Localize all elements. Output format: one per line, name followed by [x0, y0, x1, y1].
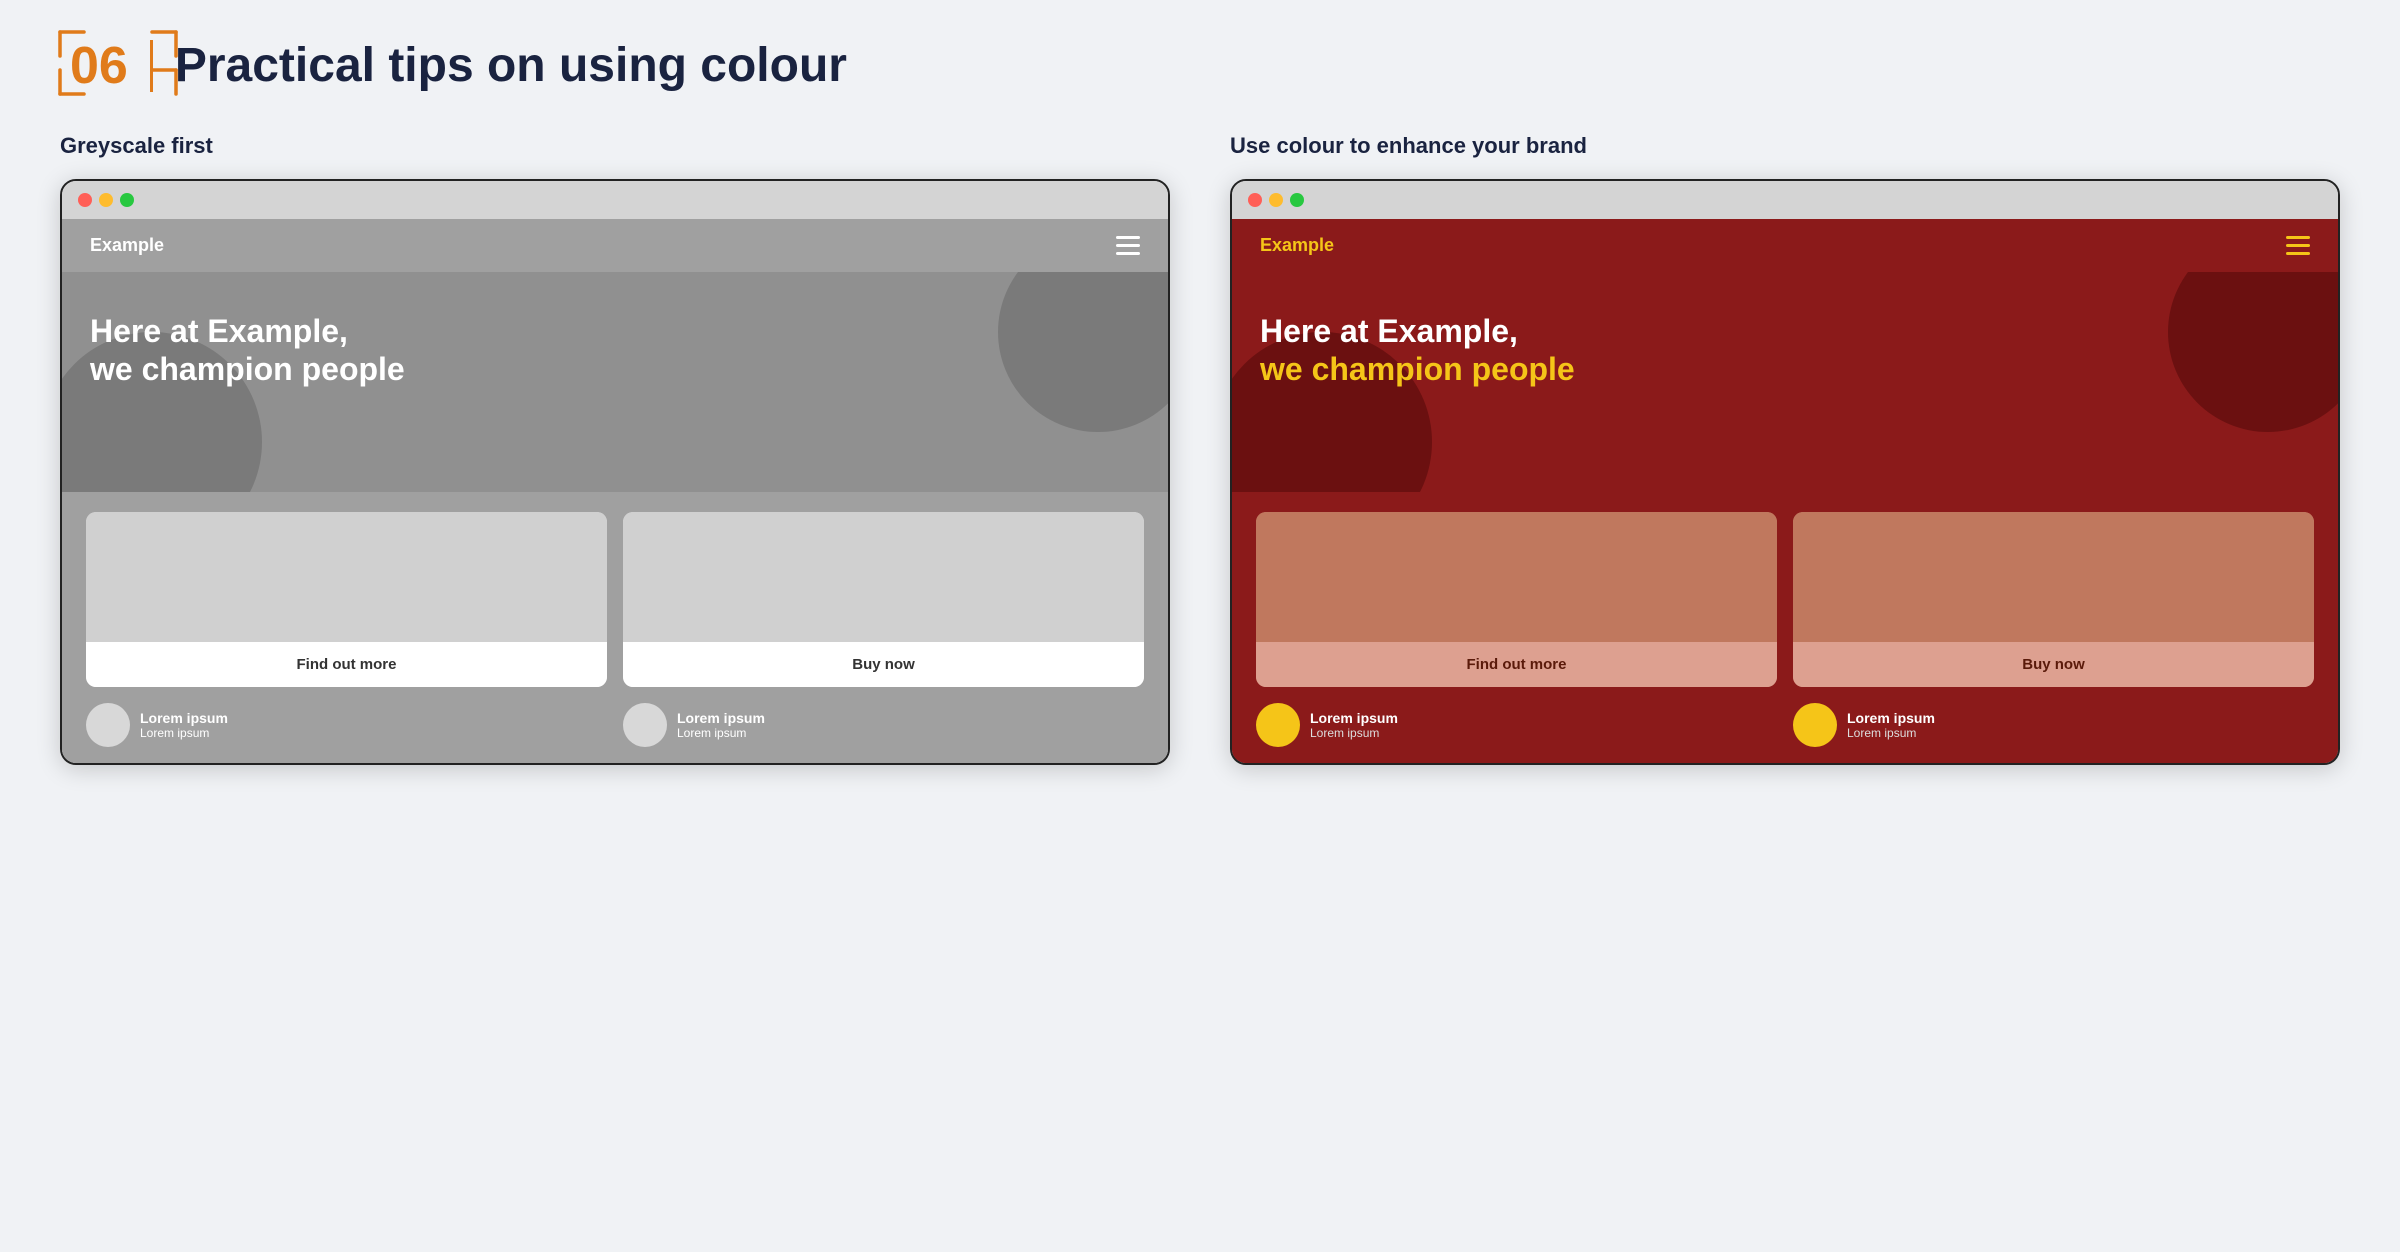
- buy-now-button-grey[interactable]: Buy now: [623, 642, 1144, 687]
- hero-text-grey: Here at Example, we champion people: [90, 312, 1140, 389]
- card1-image-grey: [86, 512, 607, 642]
- footer-avatar1-grey: [86, 703, 130, 747]
- dot-yellow-grey: [99, 193, 113, 207]
- footer-item2-colour: Lorem ipsum Lorem ipsum: [1793, 703, 2314, 747]
- dot-green-colour: [1290, 193, 1304, 207]
- footer-avatar2-colour: [1793, 703, 1837, 747]
- dot-red-colour: [1248, 193, 1262, 207]
- find-out-more-button-grey[interactable]: Find out more: [86, 642, 607, 687]
- footer-section-grey: Lorem ipsum Lorem ipsum Lorem ipsum Lore…: [62, 687, 1168, 763]
- footer-section-colour: Lorem ipsum Lorem ipsum Lorem ipsum Lore…: [1232, 687, 2338, 763]
- hero-section-colour: Here at Example, we champion people: [1232, 272, 2338, 492]
- card1-image-colour: [1256, 512, 1777, 642]
- colour-title: Use colour to enhance your brand: [1230, 133, 2340, 159]
- card1-colour: Find out more: [1256, 512, 1777, 687]
- footer-text2-colour: Lorem ipsum Lorem ipsum: [1847, 710, 1935, 740]
- nav-logo-colour: Example: [1260, 235, 1334, 256]
- footer-item2-grey: Lorem ipsum Lorem ipsum: [623, 703, 1144, 747]
- footer-text2-grey: Lorem ipsum Lorem ipsum: [677, 710, 765, 740]
- mockup-body-grey: Example Here at Example, we champion peo…: [62, 219, 1168, 763]
- mockup-nav-grey: Example: [62, 219, 1168, 272]
- hamburger-icon-grey[interactable]: [1116, 236, 1140, 255]
- page-title: Practical tips on using colour: [175, 40, 847, 93]
- colour-column: Use colour to enhance your brand Example: [1230, 133, 2340, 765]
- browser-chrome-colour: [1232, 181, 2338, 219]
- card2-image-colour: [1793, 512, 2314, 642]
- cards-section-grey: Find out more Buy now: [62, 492, 1168, 687]
- card2-image-grey: [623, 512, 1144, 642]
- hero-heading-grey: Here at Example, we champion people: [90, 312, 1140, 389]
- cards-section-colour: Find out more Buy now: [1232, 492, 2338, 687]
- hero-text-colour: Here at Example, we champion people: [1260, 312, 2310, 389]
- hero-heading-colour: Here at Example, we champion people: [1260, 312, 2310, 389]
- card2-colour: Buy now: [1793, 512, 2314, 687]
- greyscale-column: Greyscale first Example: [60, 133, 1170, 765]
- greyscale-title: Greyscale first: [60, 133, 1170, 159]
- footer-avatar2-grey: [623, 703, 667, 747]
- footer-text1-colour: Lorem ipsum Lorem ipsum: [1310, 710, 1398, 740]
- main-content: Greyscale first Example: [60, 133, 2340, 765]
- footer-item1-grey: Lorem ipsum Lorem ipsum: [86, 703, 607, 747]
- dot-green-grey: [120, 193, 134, 207]
- card1-grey: Find out more: [86, 512, 607, 687]
- footer-text1-grey: Lorem ipsum Lorem ipsum: [140, 710, 228, 740]
- buy-now-button-colour[interactable]: Buy now: [1793, 642, 2314, 687]
- footer-item1-colour: Lorem ipsum Lorem ipsum: [1256, 703, 1777, 747]
- header-divider: [150, 40, 153, 92]
- nav-logo-grey: Example: [90, 235, 164, 256]
- greyscale-browser: Example Here at Example, we champion peo…: [60, 179, 1170, 765]
- dot-yellow-colour: [1269, 193, 1283, 207]
- find-out-more-button-colour[interactable]: Find out more: [1256, 642, 1777, 687]
- hamburger-icon-colour[interactable]: [2286, 236, 2310, 255]
- header-content: 06 Practical tips on using colour: [60, 40, 847, 93]
- browser-chrome-grey: [62, 181, 1168, 219]
- card2-grey: Buy now: [623, 512, 1144, 687]
- mockup-body-colour: Example Here at Example, we champion peo…: [1232, 219, 2338, 763]
- mockup-nav-colour: Example: [1232, 219, 2338, 272]
- hero-section-grey: Here at Example, we champion people: [62, 272, 1168, 492]
- chapter-number: 06: [70, 40, 128, 92]
- page-header: 06 Practical tips on using colour: [60, 40, 2340, 93]
- footer-avatar1-colour: [1256, 703, 1300, 747]
- dot-red-grey: [78, 193, 92, 207]
- colour-browser: Example Here at Example, we champion peo…: [1230, 179, 2340, 765]
